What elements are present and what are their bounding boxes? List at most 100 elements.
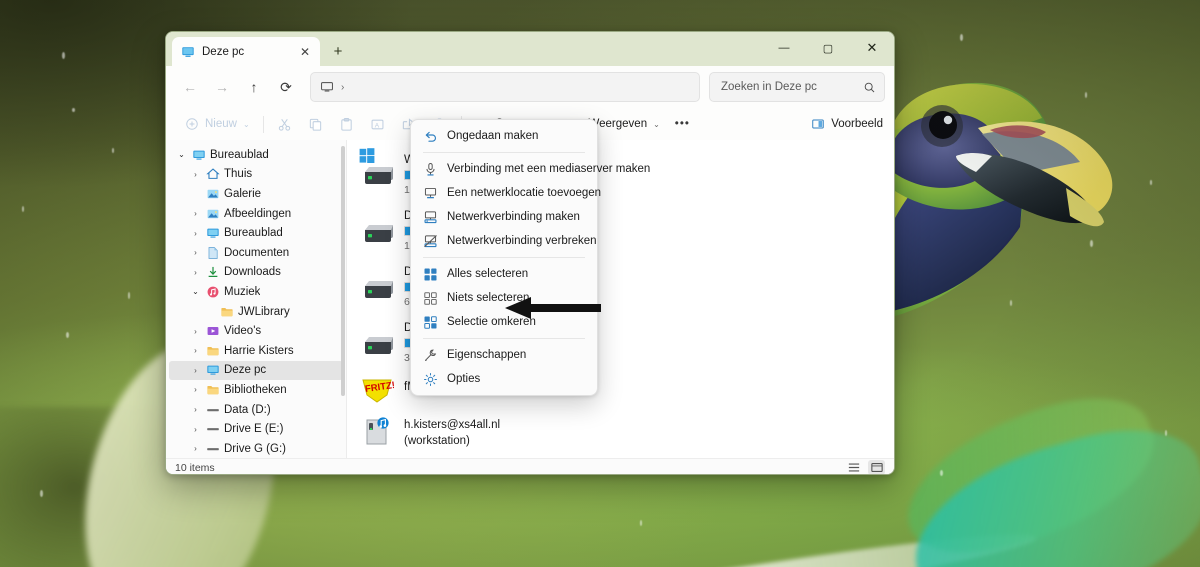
invert-selection-icon	[422, 314, 438, 330]
sidebar-item-documenten[interactable]: › Documenten	[169, 243, 343, 263]
menu-item-label: Een netwerklocatie toevoegen	[447, 187, 602, 199]
sidebar-item-label: Data (D:)	[224, 403, 271, 416]
tab-deze-pc[interactable]: Deze pc ✕	[172, 37, 320, 67]
sidebar-item-drive-e-e[interactable]: › Drive E (E:)	[169, 419, 343, 439]
disconnect-drive-icon	[422, 233, 438, 249]
pictures-icon	[205, 207, 221, 221]
sidebar-item-jwlibrary[interactable]: JWLibrary	[169, 302, 343, 322]
menu-item-netwerkverbinding-maken[interactable]: Netwerkverbinding maken	[414, 205, 594, 229]
maximize-button[interactable]: ▢	[806, 32, 850, 64]
rain-speck	[940, 470, 943, 476]
preview-pane-label: Voorbeeld	[831, 118, 883, 130]
menu-item-label: Ongedaan maken	[447, 130, 539, 142]
cut-button[interactable]	[270, 111, 300, 137]
sidebar-item-label: Harrie Kisters	[224, 344, 294, 357]
up-button[interactable]: ↑	[239, 72, 269, 102]
sidebar-item-label: JWLibrary	[238, 305, 290, 318]
more-options-button[interactable]: •••	[668, 111, 697, 137]
select-all-icon	[422, 266, 438, 282]
rain-speck	[62, 52, 65, 59]
chevron-right-icon[interactable]: ›	[189, 405, 202, 414]
sidebar-item-label: Bureaublad	[210, 148, 269, 161]
command-separator	[262, 115, 264, 133]
drive-icon	[359, 264, 395, 304]
network-item[interactable]: h.kisters@xs4all.nl (workstation)	[347, 414, 894, 448]
map-drive-icon	[422, 209, 438, 225]
preview-pane-button[interactable]: Voorbeeld	[810, 116, 883, 132]
chevron-right-icon[interactable]: ›	[189, 268, 202, 277]
chevron-right-icon[interactable]: ›	[189, 229, 202, 238]
chevron-right-icon[interactable]: ›	[189, 385, 202, 394]
chevron-right-icon[interactable]: ›	[189, 248, 202, 257]
chevron-right-icon[interactable]: ›	[189, 170, 202, 179]
sidebar-item-label: Video's	[224, 325, 262, 338]
sidebar-item-harrie-kisters[interactable]: › Harrie Kisters	[169, 341, 343, 361]
rename-button[interactable]: A	[363, 111, 393, 137]
sidebar-item-thuis[interactable]: › Thuis	[169, 165, 343, 185]
sidebar-item-data-d[interactable]: › Data (D:)	[169, 400, 343, 420]
sidebar-item-bibliotheken[interactable]: › Bibliotheken	[169, 380, 343, 400]
paste-button[interactable]	[332, 111, 362, 137]
network-item-labels: h.kisters@xs4all.nl (workstation)	[404, 416, 500, 448]
menu-item-opties[interactable]: Opties	[414, 367, 594, 391]
menu-item-alles-selecteren[interactable]: Alles selecteren	[414, 262, 594, 286]
status-bar: 10 items	[166, 458, 894, 474]
media-device-icon	[359, 416, 395, 448]
this-pc-icon	[182, 47, 194, 57]
chevron-right-icon[interactable]: ›	[189, 209, 202, 218]
downloads-icon	[205, 265, 221, 279]
chevron-right-icon[interactable]: ›	[189, 444, 202, 453]
sidebar-item-bureaublad[interactable]: › Bureaublad	[169, 223, 343, 243]
menu-separator	[423, 257, 585, 258]
videos-icon	[205, 324, 221, 338]
drive-icon	[359, 208, 395, 248]
rain-speck	[960, 34, 963, 41]
properties-icon	[422, 347, 438, 363]
menu-item-label: Opties	[447, 373, 481, 385]
sidebar-item-video-s[interactable]: › Video's	[169, 321, 343, 341]
chevron-right-icon[interactable]: ›	[189, 327, 202, 336]
list-view-icon[interactable]	[845, 460, 862, 474]
sidebar-item-muziek[interactable]: ⌄ Muziek	[169, 282, 343, 302]
copy-button[interactable]	[301, 111, 331, 137]
media-device-icon	[366, 417, 389, 445]
back-button[interactable]: ←	[175, 72, 205, 102]
details-view-icon[interactable]	[868, 460, 885, 474]
sidebar-item-galerie[interactable]: Galerie	[169, 184, 343, 204]
menu-item-ongedaan-maken[interactable]: Ongedaan maken	[414, 124, 594, 148]
preview-pane-icon	[810, 116, 826, 132]
sidebar-item-downloads[interactable]: › Downloads	[169, 263, 343, 283]
menu-item-label: Eigenschappen	[447, 349, 527, 361]
forward-button[interactable]: →	[207, 72, 237, 102]
menu-item-label: Netwerkverbinding verbreken	[447, 235, 597, 247]
menu-item-een-netwerklocatie-toevoegen[interactable]: Een netwerklocatie toevoegen	[414, 181, 601, 205]
new-tab-button[interactable]: +	[325, 38, 351, 64]
chevron-down-icon[interactable]: ⌄	[175, 150, 188, 159]
breadcrumb-separator: ›	[341, 81, 345, 93]
menu-item-verbinding-met-een-mediaserver-maken[interactable]: Verbinding met een mediaserver maken	[414, 157, 650, 181]
chevron-down-icon[interactable]: ⌄	[189, 287, 202, 296]
search-input[interactable]: Zoeken in Deze pc	[721, 81, 863, 93]
address-bar[interactable]: ›	[310, 72, 700, 102]
menu-item-label: Netwerkverbinding maken	[447, 211, 580, 223]
rain-speck	[1010, 300, 1012, 306]
close-window-button[interactable]: ✕	[850, 32, 894, 64]
sidebar-item-deze-pc[interactable]: › Deze pc	[169, 360, 343, 381]
sidebar-item-afbeeldingen[interactable]: › Afbeeldingen	[169, 204, 343, 224]
sidebar-item-label: Documenten	[224, 246, 290, 259]
menu-item-eigenschappen[interactable]: Eigenschappen	[414, 343, 594, 367]
sidebar-item-bureaublad[interactable]: ⌄ Bureaublad	[169, 145, 343, 165]
menu-item-netwerkverbinding-verbreken[interactable]: Netwerkverbinding verbreken	[414, 229, 597, 253]
refresh-button[interactable]: ⟳	[271, 72, 301, 102]
chevron-right-icon[interactable]: ›	[189, 346, 202, 355]
chevron-right-icon[interactable]: ›	[189, 425, 202, 434]
close-tab-icon[interactable]: ✕	[296, 43, 314, 61]
chevron-right-icon[interactable]: ›	[189, 366, 202, 375]
minimize-button[interactable]: —	[762, 32, 806, 64]
new-button[interactable]: Nieuw ⌄	[177, 111, 257, 137]
sidebar-item-drive-g-g[interactable]: › Drive G (G:)	[169, 439, 343, 458]
nav-pane-scrollbar[interactable]	[341, 146, 345, 396]
undo-icon	[422, 128, 438, 144]
drive-icon	[359, 320, 395, 360]
search-box[interactable]: Zoeken in Deze pc	[709, 72, 885, 102]
